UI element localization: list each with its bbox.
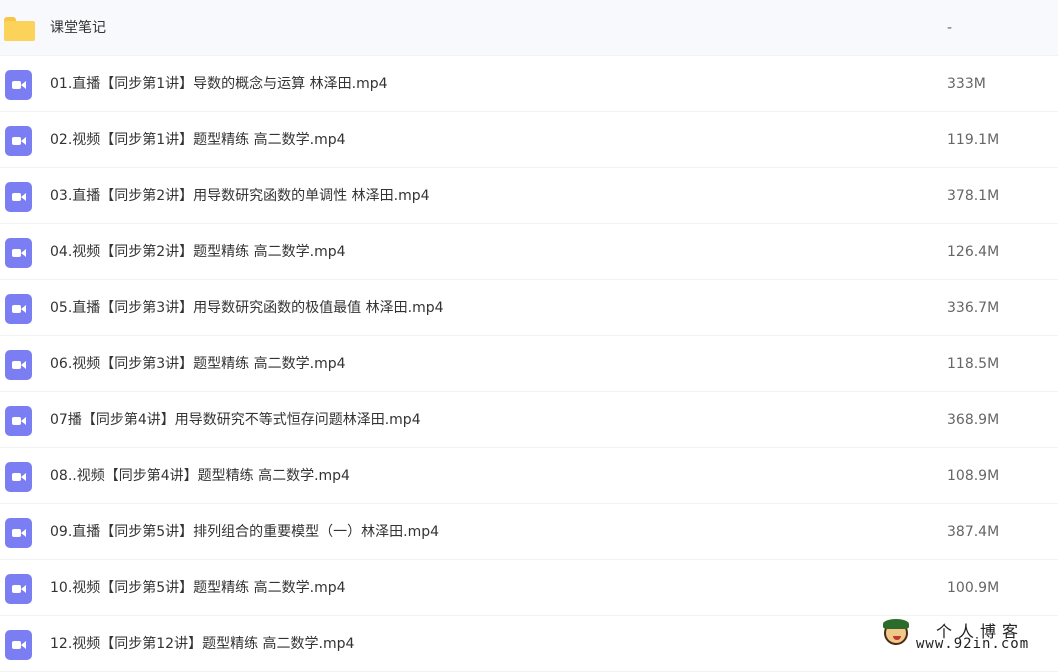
file-size: 100.9M <box>947 580 1000 596</box>
file-row-folder[interactable]: 课堂笔记 - <box>0 0 1058 56</box>
file-name[interactable]: 课堂笔记 <box>50 0 106 56</box>
file-row[interactable]: 04.视频【同步第2讲】题型精练 高二数学.mp4 126.4M <box>0 224 1058 280</box>
file-size: 368.9M <box>947 412 1000 428</box>
file-name[interactable]: 10.视频【同步第5讲】题型精练 高二数学.mp4 <box>50 560 346 616</box>
folder-icon <box>4 14 35 42</box>
video-file-icon <box>4 350 32 380</box>
file-size: 126.4M <box>947 244 1000 260</box>
video-file-icon <box>4 406 32 436</box>
file-row[interactable]: 03.直播【同步第2讲】用导数研究函数的单调性 林泽田.mp4 378.1M <box>0 168 1058 224</box>
file-row[interactable]: 08..视频【同步第4讲】题型精练 高二数学.mp4 108.9M <box>0 448 1058 504</box>
file-name[interactable]: 09.直播【同步第5讲】排列组合的重要模型（一）林泽田.mp4 <box>50 504 439 560</box>
file-row[interactable]: 01.直播【同步第1讲】导数的概念与运算 林泽田.mp4 333M <box>0 56 1058 112</box>
video-file-icon <box>4 126 32 156</box>
video-file-icon <box>4 518 32 548</box>
file-list: 课堂笔记 - 01.直播【同步第1讲】导数的概念与运算 林泽田.mp4 333M… <box>0 0 1058 672</box>
file-size: 378.1M <box>947 188 1000 204</box>
video-file-icon <box>4 574 32 604</box>
file-name[interactable]: 06.视频【同步第3讲】题型精练 高二数学.mp4 <box>50 336 346 392</box>
file-name[interactable]: 03.直播【同步第2讲】用导数研究函数的单调性 林泽田.mp4 <box>50 168 430 224</box>
file-row[interactable]: 07播【同步第4讲】用导数研究不等式恒存问题林泽田.mp4 368.9M <box>0 392 1058 448</box>
file-name[interactable]: 08..视频【同步第4讲】题型精练 高二数学.mp4 <box>50 448 350 504</box>
file-row[interactable]: 10.视频【同步第5讲】题型精练 高二数学.mp4 100.9M <box>0 560 1058 616</box>
file-size: 118.5M <box>947 356 1000 372</box>
file-name[interactable]: 07播【同步第4讲】用导数研究不等式恒存问题林泽田.mp4 <box>50 392 421 448</box>
mascot-logo-icon <box>883 619 909 645</box>
video-file-icon <box>4 238 32 268</box>
file-name[interactable]: 12.视频【同步第12讲】题型精练 高二数学.mp4 <box>50 616 354 672</box>
file-name[interactable]: 04.视频【同步第2讲】题型精练 高二数学.mp4 <box>50 224 346 280</box>
file-size: 333M <box>947 76 986 92</box>
video-file-icon <box>4 182 32 212</box>
file-size: - <box>947 20 953 36</box>
video-file-icon <box>4 462 32 492</box>
file-size: 119.1M <box>947 132 1000 148</box>
file-name[interactable]: 01.直播【同步第1讲】导数的概念与运算 林泽田.mp4 <box>50 56 388 112</box>
file-name[interactable]: 02.视频【同步第1讲】题型精练 高二数学.mp4 <box>50 112 346 168</box>
file-row[interactable]: 06.视频【同步第3讲】题型精练 高二数学.mp4 118.5M <box>0 336 1058 392</box>
file-row[interactable]: 09.直播【同步第5讲】排列组合的重要模型（一）林泽田.mp4 387.4M <box>0 504 1058 560</box>
watermark-url: www.92in.com <box>916 636 1030 652</box>
video-file-icon <box>4 70 32 100</box>
video-file-icon <box>4 630 32 660</box>
file-size: 108.9M <box>947 468 1000 484</box>
video-file-icon <box>4 294 32 324</box>
file-name[interactable]: 05.直播【同步第3讲】用导数研究函数的极值最值 林泽田.mp4 <box>50 280 444 336</box>
blog-watermark: 个人博客 www.92in.com <box>883 618 1054 654</box>
file-row[interactable]: 05.直播【同步第3讲】用导数研究函数的极值最值 林泽田.mp4 336.7M <box>0 280 1058 336</box>
file-size: 336.7M <box>947 300 1000 316</box>
file-row[interactable]: 02.视频【同步第1讲】题型精练 高二数学.mp4 119.1M <box>0 112 1058 168</box>
file-size: 387.4M <box>947 524 1000 540</box>
